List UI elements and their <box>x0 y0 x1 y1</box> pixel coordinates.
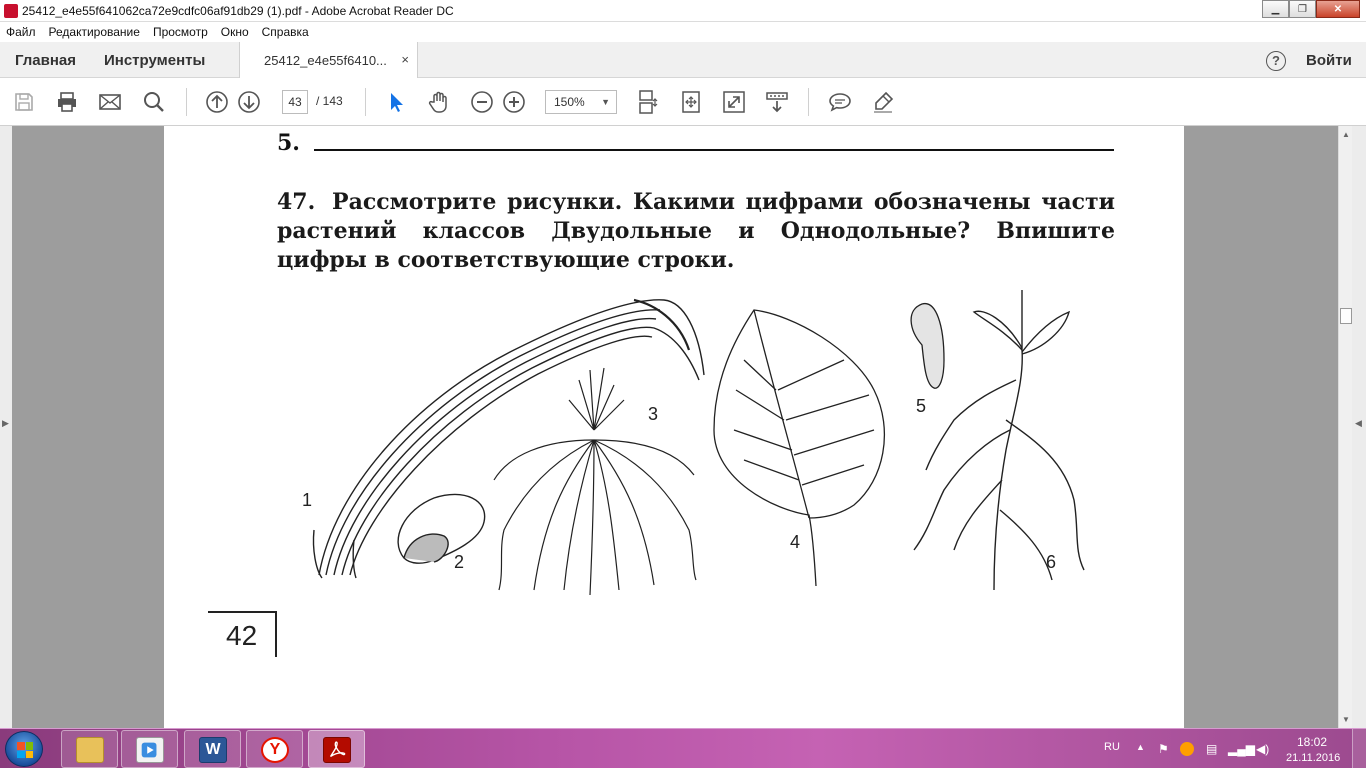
language-indicator[interactable]: RU <box>1104 741 1120 753</box>
pdf-page: 5. 47. Рассмотрите рисунки. Какими цифра… <box>164 126 1184 728</box>
page-number-input[interactable]: 43 <box>282 90 308 114</box>
plant-parts-figure: 1 2 3 4 5 6 <box>302 290 1085 596</box>
start-button[interactable] <box>5 731 43 767</box>
figure-label-4: 4 <box>790 532 800 552</box>
chevron-down-icon: ▼ <box>601 97 610 107</box>
toolbar-divider <box>365 88 366 116</box>
comment-icon[interactable] <box>828 90 852 114</box>
fibrous-root-illustration <box>493 367 697 596</box>
email-icon[interactable] <box>98 90 122 114</box>
full-screen-icon[interactable] <box>722 90 746 114</box>
taskbar-media-player[interactable] <box>121 730 178 768</box>
taskbar-yandex-browser[interactable]: Y <box>246 730 303 768</box>
document-tab-label: 25412_e4e55f6410... <box>264 53 387 68</box>
scroll-up-icon[interactable]: ▲ <box>1342 130 1350 139</box>
taskbar-acrobat[interactable] <box>308 730 365 768</box>
answer-line <box>314 149 1114 151</box>
close-tab-icon[interactable]: × <box>401 52 409 67</box>
page-up-icon[interactable] <box>205 90 229 114</box>
media-player-icon <box>136 737 164 763</box>
taskbar-file-explorer[interactable] <box>61 730 118 768</box>
window-title: 25412_e4e55f641062ca72e9cdfc06af91db29 (… <box>22 4 454 18</box>
volume-icon[interactable]: ◀) <box>1256 742 1269 756</box>
yandex-browser-icon: Y <box>261 737 289 763</box>
acrobat-icon <box>323 737 351 763</box>
acrobat-app-icon <box>4 4 18 18</box>
menu-view[interactable]: Просмотр <box>153 25 208 39</box>
menu-edit[interactable]: Редактирование <box>49 25 140 39</box>
figure-label-1: 1 <box>302 490 312 510</box>
window-controls: ▁ ❐ ✕ <box>1262 0 1360 18</box>
scroll-mode-icon[interactable] <box>635 90 659 114</box>
file-explorer-icon <box>76 737 104 763</box>
zoom-out-icon[interactable] <box>470 90 494 114</box>
toolbar-divider <box>186 88 187 116</box>
search-icon[interactable] <box>142 90 166 114</box>
menu-window[interactable]: Окно <box>221 25 249 39</box>
taskbar-word[interactable]: W <box>184 730 241 768</box>
tab-tools[interactable]: Инструменты <box>104 52 205 69</box>
figure-label-6: 6 <box>1046 552 1056 572</box>
toolbar: 43 / 143 150% ▼ <box>0 78 1366 126</box>
figure-label-2: 2 <box>454 552 464 572</box>
menu-bar: Файл Редактирование Просмотр Окно Справк… <box>0 22 1366 42</box>
question-text: Рассмотрите рисунки. Какими цифрами обоз… <box>277 189 1115 273</box>
clock-time[interactable]: 18:02 <box>1297 735 1327 749</box>
page-total: / 143 <box>316 94 343 108</box>
toolbar-divider <box>808 88 809 116</box>
usb-device-icon[interactable]: ▤ <box>1206 742 1217 756</box>
fit-page-icon[interactable] <box>679 90 703 114</box>
print-icon[interactable] <box>55 90 79 114</box>
figure-label-3: 3 <box>648 404 658 424</box>
clock-date[interactable]: 21.11.2016 <box>1286 752 1340 764</box>
monocot-leaf-illustration <box>312 298 705 579</box>
close-window-button[interactable]: ✕ <box>1316 0 1360 18</box>
read-mode-icon[interactable] <box>765 90 789 114</box>
tray-expand-icon[interactable]: ▲ <box>1136 742 1145 752</box>
page-number-rule <box>208 611 276 613</box>
document-viewport[interactable]: ▶ 5. 47. Рассмотрите рисунки. Какими циф… <box>0 126 1366 728</box>
windows-logo-icon <box>17 742 33 758</box>
question-47: 47. Рассмотрите рисунки. Какими цифрами … <box>277 188 1115 275</box>
action-center-flag-icon[interactable]: ⚑ <box>1158 742 1169 756</box>
highlight-icon[interactable] <box>871 90 895 114</box>
word-icon: W <box>199 737 227 763</box>
restore-button[interactable]: ❐ <box>1289 0 1316 18</box>
left-panel-toggle[interactable]: ▶ <box>0 126 12 728</box>
menu-file[interactable]: Файл <box>6 25 36 39</box>
show-desktop-button[interactable] <box>1352 729 1366 768</box>
right-panel-toggle[interactable]: ◀ <box>1352 126 1366 728</box>
hand-icon[interactable] <box>427 90 451 114</box>
figure-label-5: 5 <box>916 396 926 416</box>
tab-bar: Главная Инструменты 25412_e4e55f6410... … <box>0 42 1366 79</box>
tab-home[interactable]: Главная <box>15 52 76 69</box>
dicot-seed-illustration <box>397 493 486 564</box>
previous-item-number: 5. <box>277 130 300 156</box>
scroll-down-icon[interactable]: ▼ <box>1342 715 1350 724</box>
document-tab[interactable]: 25412_e4e55f6410... × <box>239 42 418 79</box>
menu-help[interactable]: Справка <box>262 25 309 39</box>
network-signal-icon[interactable]: ▂▄▆ <box>1228 742 1255 756</box>
printed-page-number: 42 <box>226 620 258 651</box>
vertical-scrollbar[interactable]: ▲ ▼ <box>1338 126 1352 728</box>
title-bar: 25412_e4e55f641062ca72e9cdfc06af91db29 (… <box>0 0 1366 22</box>
zoom-select[interactable]: 150% ▼ <box>545 90 617 114</box>
sign-in-link[interactable]: Войти <box>1306 52 1352 69</box>
help-icon[interactable]: ? <box>1266 51 1286 71</box>
app-tray-icon[interactable] <box>1180 742 1194 756</box>
minimize-button[interactable]: ▁ <box>1262 0 1289 18</box>
zoom-value: 150% <box>554 95 585 109</box>
taskbar: W Y RU ▲ ⚑ ▤ ▂▄▆ ◀) 18:02 21.11.2016 <box>0 728 1366 768</box>
scrollbar-thumb[interactable] <box>1340 308 1352 324</box>
page-down-icon[interactable] <box>237 90 261 114</box>
save-icon[interactable] <box>12 90 36 114</box>
chevron-right-icon: ▶ <box>2 418 9 428</box>
question-number: 47. <box>277 189 316 215</box>
page-number-rule <box>275 611 277 657</box>
chevron-left-icon: ◀ <box>1355 418 1362 428</box>
monocot-seed-illustration <box>910 303 945 389</box>
zoom-in-icon[interactable] <box>502 90 526 114</box>
select-icon[interactable] <box>384 90 408 114</box>
